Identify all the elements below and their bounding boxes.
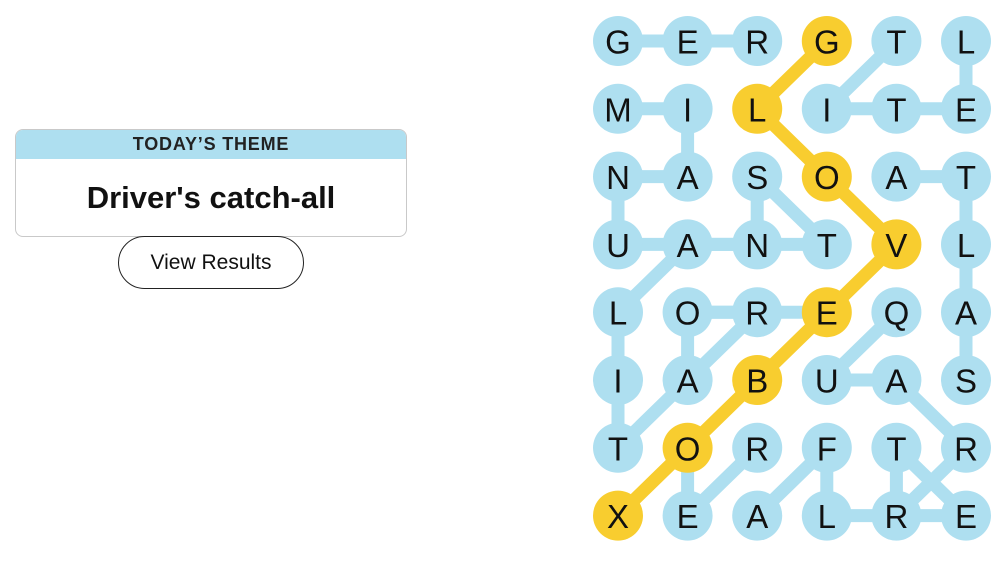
cell-letter: I [613,363,622,400]
cell-letter: R [745,24,769,61]
cell-letter: M [604,91,632,128]
cell-letter: T [956,159,976,196]
cell-letter: E [677,24,699,61]
letter-board: G E R G T LM I L I T EN A S O A TU A N T V LL O R E Q AI A B U A ST O R F… [593,16,991,541]
cell-letter: I [683,91,692,128]
cell-letter: E [677,498,699,535]
cell-letter: A [677,159,699,196]
cell-letter: S [955,363,977,400]
cell-letter: I [822,91,831,128]
cell-letter: R [884,498,908,535]
cell-letter: A [677,227,699,264]
cell-letter: O [675,430,701,467]
cell-letter: R [745,295,769,332]
cell-letter: L [748,91,766,128]
cell-letter: A [885,363,907,400]
cell-letter: E [955,498,977,535]
cell-letter: T [886,91,906,128]
cell-letter: T [817,227,837,264]
cell-letter: X [607,498,629,535]
cell-letter: U [815,363,839,400]
cell-letter: G [605,24,631,61]
cell-letter: U [606,227,630,264]
cell-letter: E [955,91,977,128]
cell-letter: V [885,227,907,264]
cell-letter: A [885,159,907,196]
cell-letter: G [814,24,840,61]
cell-letter: O [814,159,840,196]
cell-letter: L [957,227,975,264]
cell-letter: L [609,295,627,332]
cell-letter: B [746,363,768,400]
cell-letter: O [675,295,701,332]
cell-letter: N [606,159,630,196]
cell-letter: A [746,498,768,535]
cell-letter: A [955,295,977,332]
cell-letter: E [816,295,838,332]
cell-letter: L [957,24,975,61]
cell-letter: S [746,159,768,196]
cell-letter: R [745,430,769,467]
cell-letter: F [817,430,837,467]
cell-letter: R [954,430,978,467]
cell-letter: T [608,430,628,467]
cell-letter: T [886,24,906,61]
cell-letter: Q [884,295,910,332]
cell-letter: A [677,363,699,400]
cell-letter: L [818,498,836,535]
cell-letter: N [745,227,769,264]
cell-letter: T [886,430,906,467]
